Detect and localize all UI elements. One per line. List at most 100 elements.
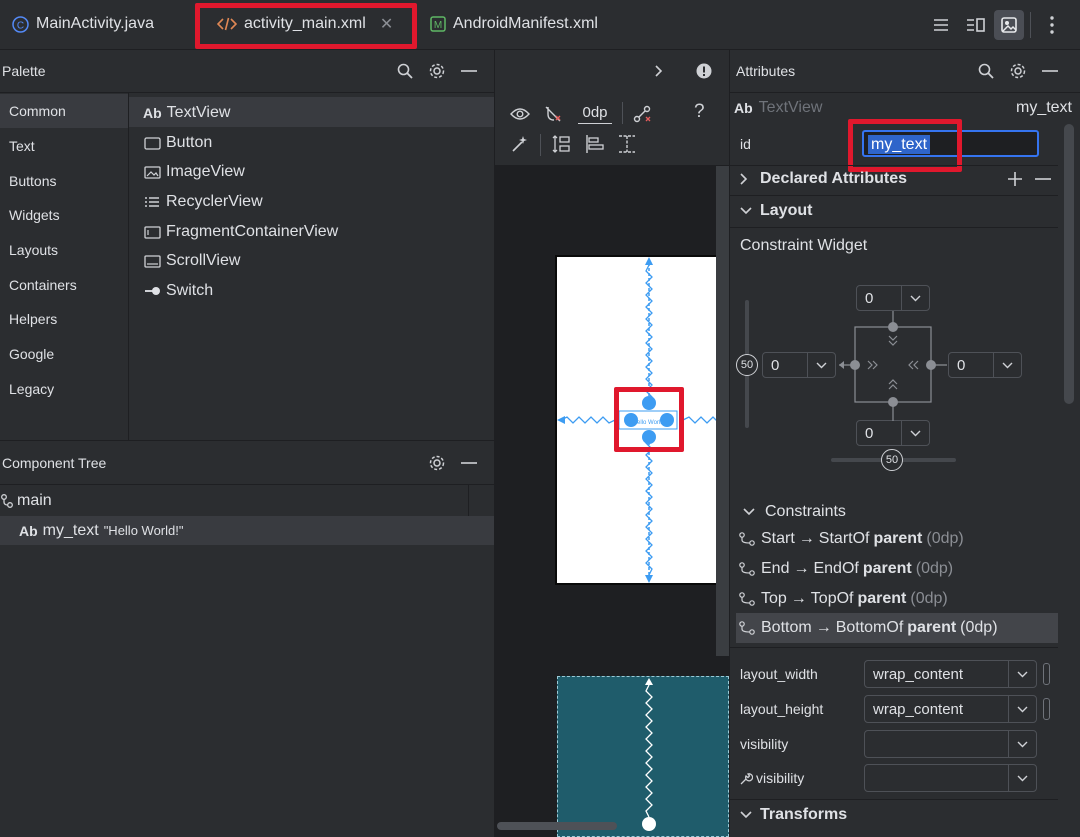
gear-icon[interactable] [426, 452, 448, 474]
palette-category-common[interactable]: Common [0, 94, 128, 128]
divider [730, 165, 1058, 166]
minimize-icon[interactable] [458, 60, 480, 82]
minimize-icon[interactable] [1039, 60, 1061, 82]
manifest-icon: M [430, 16, 446, 32]
clear-constraints-icon[interactable] [631, 103, 653, 125]
palette-item-button[interactable]: Button [143, 129, 212, 157]
align-icon[interactable] [584, 133, 606, 155]
layout-width-combo[interactable]: wrap_content [864, 660, 1037, 688]
magnet-off-icon[interactable] [542, 103, 564, 125]
constraint-widget-label: Constraint Widget [740, 237, 868, 254]
chevron-right-icon[interactable] [648, 60, 670, 82]
resource-picker-icon[interactable] [1043, 663, 1050, 685]
help-icon[interactable]: ? [694, 101, 705, 123]
magic-wand-icon[interactable] [509, 133, 531, 155]
constraint-row-bottom[interactable]: Bottom → BottomOf parent (0dp) [736, 613, 1058, 643]
palette-category-text[interactable]: Text [0, 129, 128, 163]
palette-category-google[interactable]: Google [0, 337, 128, 371]
attributes-scrollbar[interactable] [1064, 124, 1074, 404]
palette-category-layouts[interactable]: Layouts [0, 233, 128, 267]
layout-width-label: layout_width [740, 666, 818, 682]
warning-icon[interactable] [693, 60, 715, 82]
margin-end-combo[interactable]: 0 [948, 352, 1022, 378]
design-view-icon[interactable] [994, 10, 1024, 40]
scrollview-icon [143, 254, 161, 268]
constraint-target-side: StartOf [818, 530, 870, 547]
resource-picker-icon[interactable] [1043, 698, 1050, 720]
search-icon[interactable] [975, 60, 997, 82]
minimize-icon[interactable] [458, 452, 480, 474]
constraint-row-top[interactable]: Top → TopOf parent (0dp) [736, 584, 1058, 614]
split-view-icon[interactable] [961, 10, 991, 40]
textview-icon: Ab [143, 105, 162, 121]
tree-node-my-text[interactable]: Ab my_text "Hello World!" [19, 516, 183, 545]
svg-text:C: C [17, 20, 24, 31]
imageview-icon [143, 165, 161, 179]
chevron-down-icon [1008, 661, 1036, 687]
constraint-target: parent [857, 590, 907, 607]
constraint-widget-box [839, 311, 947, 421]
margin-bottom-value: 0 [865, 424, 874, 442]
tools-visibility-combo[interactable] [864, 764, 1037, 792]
vertical-scrollbar[interactable] [716, 166, 729, 656]
section-label: Layout [760, 202, 813, 219]
divider [0, 484, 494, 485]
palette-item-switch[interactable]: Switch [143, 277, 213, 305]
palette-item-fragmentcontainerview[interactable]: FragmentContainerView [143, 218, 338, 246]
textview-icon: Ab [734, 100, 753, 116]
palette-item-label: ImageView [166, 163, 245, 180]
tree-node-main[interactable]: main [0, 488, 52, 514]
gear-icon[interactable] [1007, 60, 1029, 82]
palette-item-label: RecyclerView [166, 193, 263, 210]
divider [128, 93, 129, 440]
tab-mainactivity[interactable]: C MainActivity.java [12, 0, 154, 48]
default-margin-field[interactable]: 0dp [578, 102, 612, 124]
palette-item-textview[interactable]: Ab TextView [143, 99, 230, 127]
horizontal-bias-knob[interactable]: 50 [881, 449, 903, 471]
margin-bottom-combo[interactable]: 0 [856, 420, 930, 446]
visibility-combo[interactable] [864, 730, 1037, 758]
search-icon[interactable] [394, 60, 416, 82]
constraint-side: Top [761, 590, 787, 607]
constraint-arrow: → [793, 560, 810, 577]
palette-item-recyclerview[interactable]: RecyclerView [143, 188, 263, 216]
palette-item-scrollview[interactable]: ScrollView [143, 247, 240, 275]
constraint-arrow: → [815, 619, 832, 636]
layout-height-value: wrap_content [873, 700, 964, 718]
divider [730, 799, 1058, 800]
guidelines-icon[interactable] [616, 133, 638, 155]
eye-icon[interactable] [509, 103, 531, 125]
gear-icon[interactable] [426, 60, 448, 82]
plus-icon[interactable] [1004, 168, 1026, 190]
section-label: Declared Attributes [760, 170, 907, 187]
minus-icon[interactable] [1032, 168, 1054, 190]
palette-category-helpers[interactable]: Helpers [0, 302, 128, 336]
palette-category-legacy[interactable]: Legacy [0, 372, 128, 406]
palette-item-imageview[interactable]: ImageView [143, 158, 245, 186]
code-view-icon[interactable] [926, 10, 956, 40]
toolbar-divider [1030, 12, 1031, 38]
margin-start-combo[interactable]: 0 [762, 352, 836, 378]
declared-attributes-header[interactable]: Declared Attributes [740, 167, 907, 191]
layout-height-combo[interactable]: wrap_content [864, 695, 1037, 723]
margin-top-combo[interactable]: 0 [856, 285, 930, 311]
constraints-section-header[interactable]: Constraints [743, 500, 846, 524]
constraint-target-side: BottomOf [835, 619, 904, 636]
vertical-bias-knob[interactable]: 50 [736, 354, 758, 376]
attributes-title: Attributes [736, 63, 796, 79]
constraint-arrow: → [790, 590, 807, 607]
layout-section-header[interactable]: Layout [740, 199, 812, 223]
palette-category-containers[interactable]: Containers [0, 268, 128, 302]
constraint-row-start[interactable]: Start → StartOf parent (0dp) [736, 524, 1058, 554]
tab-androidmanifest[interactable]: M AndroidManifest.xml [430, 0, 598, 48]
transforms-section-header[interactable]: Transforms [740, 803, 847, 827]
layout-height-label: layout_height [740, 701, 824, 717]
pack-icon[interactable] [551, 133, 573, 155]
constraint-row-end[interactable]: End → EndOf parent (0dp) [736, 554, 1058, 584]
highlight-box-tab [195, 3, 417, 49]
horizontal-scrollbar[interactable] [497, 822, 617, 830]
chevron-down-icon [901, 286, 929, 310]
palette-category-widgets[interactable]: Widgets [0, 198, 128, 232]
more-options-icon[interactable] [1037, 10, 1067, 40]
palette-category-buttons[interactable]: Buttons [0, 164, 128, 198]
